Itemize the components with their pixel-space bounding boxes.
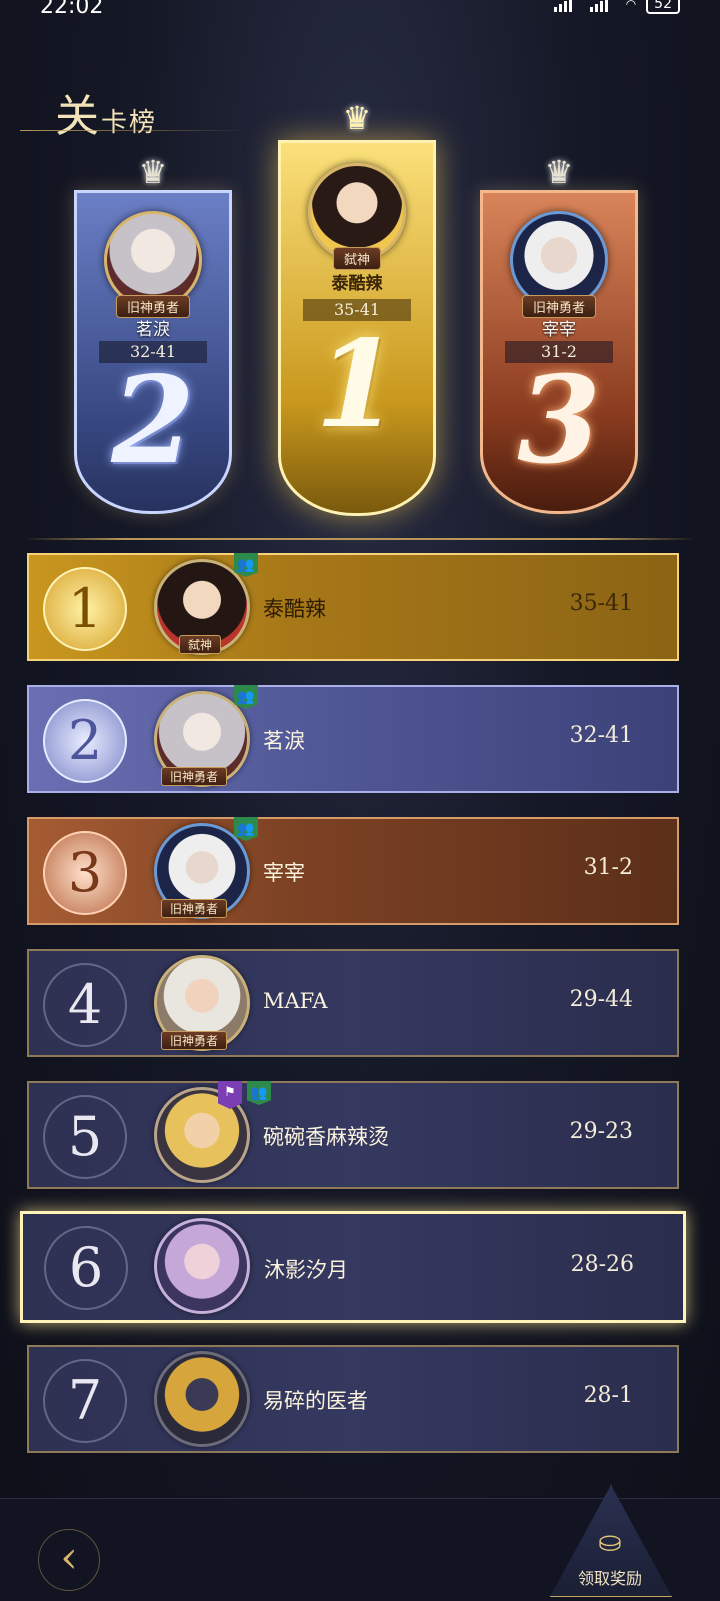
player-name: 泰酷辣: [263, 597, 326, 621]
title-underline: [20, 130, 250, 131]
title-badge: 弑神: [179, 635, 222, 654]
avatar[interactable]: [154, 1351, 250, 1447]
ranking-row[interactable]: 4 旧神勇者 MAFA 29-44: [27, 949, 679, 1057]
bottom-bar: ‹ ⛀ 领取奖励: [0, 1485, 720, 1601]
ranking-row[interactable]: 5 ⚑ 👥 碗碗香麻辣烫 29-23: [27, 1081, 679, 1189]
group-icon: 👥: [247, 1081, 271, 1105]
status-bar: 22:02 ◠ 52: [0, 0, 720, 22]
status-icons: ◠ 52: [553, 0, 680, 14]
rank-number: 7: [43, 1359, 127, 1443]
player-name: 泰酷辣: [331, 274, 383, 294]
ranking-row[interactable]: 1 弑神 👥 泰酷辣 35-41: [27, 553, 679, 661]
crown-icon: ♛: [342, 99, 372, 137]
claim-reward-button[interactable]: ⛀ 领取奖励: [540, 1485, 680, 1601]
page-title-rest: 卡榜: [101, 108, 158, 138]
player-name: 宰宰: [542, 320, 576, 340]
reward-label: 领取奖励: [577, 1569, 642, 1588]
player-name: 易碎的医者: [263, 1389, 368, 1413]
title-badge: 旧神勇者: [161, 899, 228, 918]
rank-number: 3: [43, 831, 127, 915]
page-title-main: 关: [55, 91, 101, 142]
player-name: 茗淚: [136, 320, 170, 340]
signal-icon-2: [589, 0, 616, 12]
crown-icon: ♛: [544, 153, 574, 191]
battery-indicator: 52: [646, 0, 680, 14]
rank-number: 6: [44, 1226, 128, 1310]
treasure-chest-icon: ⛀: [598, 1525, 622, 1558]
back-arrow-icon: ‹: [60, 1532, 78, 1583]
signal-icon: [553, 0, 580, 12]
player-score: 35-41: [569, 591, 633, 616]
crown-icon: ♛: [138, 153, 168, 191]
rank-number: 2: [43, 699, 127, 783]
ranking-row-self[interactable]: 6 沐影汐月 28-26: [20, 1211, 686, 1323]
section-divider: [24, 538, 696, 540]
podium-rank-3[interactable]: ♛ 旧神勇者 宰宰 31-2 3: [480, 153, 638, 514]
avatar[interactable]: [154, 1218, 250, 1314]
rank-number: 2: [111, 350, 195, 491]
ranking-row[interactable]: 2 旧神勇者 👥 茗淚 32-41: [27, 685, 679, 793]
guild-banner-icon: ⚑: [218, 1081, 242, 1109]
player-name: MAFA: [263, 989, 328, 1013]
title-badge: 弑神: [332, 247, 382, 270]
rank-number: 5: [43, 1095, 127, 1179]
rank-number: 1: [43, 567, 127, 651]
ranking-row[interactable]: 3 旧神勇者 👥 宰宰 31-2: [27, 817, 679, 925]
title-badge: 旧神勇者: [161, 767, 228, 786]
title-badge: 旧神勇者: [161, 1031, 228, 1050]
rank-number: 3: [517, 350, 601, 491]
group-icon: 👥: [234, 553, 258, 577]
wifi-icon: ◠: [625, 0, 637, 11]
player-name: 茗淚: [263, 729, 305, 753]
player-score: 29-23: [569, 1119, 633, 1144]
player-name: 沐影汐月: [264, 1258, 348, 1282]
player-name: 碗碗香麻辣烫: [263, 1125, 389, 1149]
ranking-row[interactable]: 7 易碎的医者 28-1: [27, 1345, 679, 1453]
podium-rank-1[interactable]: ♛ 弑神 泰酷辣 35-41 1: [278, 99, 436, 516]
player-score: 28-1: [583, 1383, 633, 1408]
page-title: 关卡榜: [55, 80, 157, 144]
group-icon: 👥: [234, 817, 258, 841]
group-icon: 👥: [234, 685, 258, 709]
back-button[interactable]: ‹: [38, 1529, 100, 1591]
rank-number: 1: [315, 314, 399, 455]
rank-number: 4: [43, 963, 127, 1047]
player-score: 31-2: [583, 855, 633, 880]
player-name: 宰宰: [263, 861, 305, 885]
player-score: 28-26: [570, 1252, 634, 1277]
status-time: 22:02: [40, 0, 104, 19]
podium-rank-2[interactable]: ♛ 旧神勇者 茗淚 32-41 2: [74, 153, 232, 514]
player-score: 32-41: [569, 723, 633, 748]
player-score: 29-44: [569, 987, 633, 1012]
